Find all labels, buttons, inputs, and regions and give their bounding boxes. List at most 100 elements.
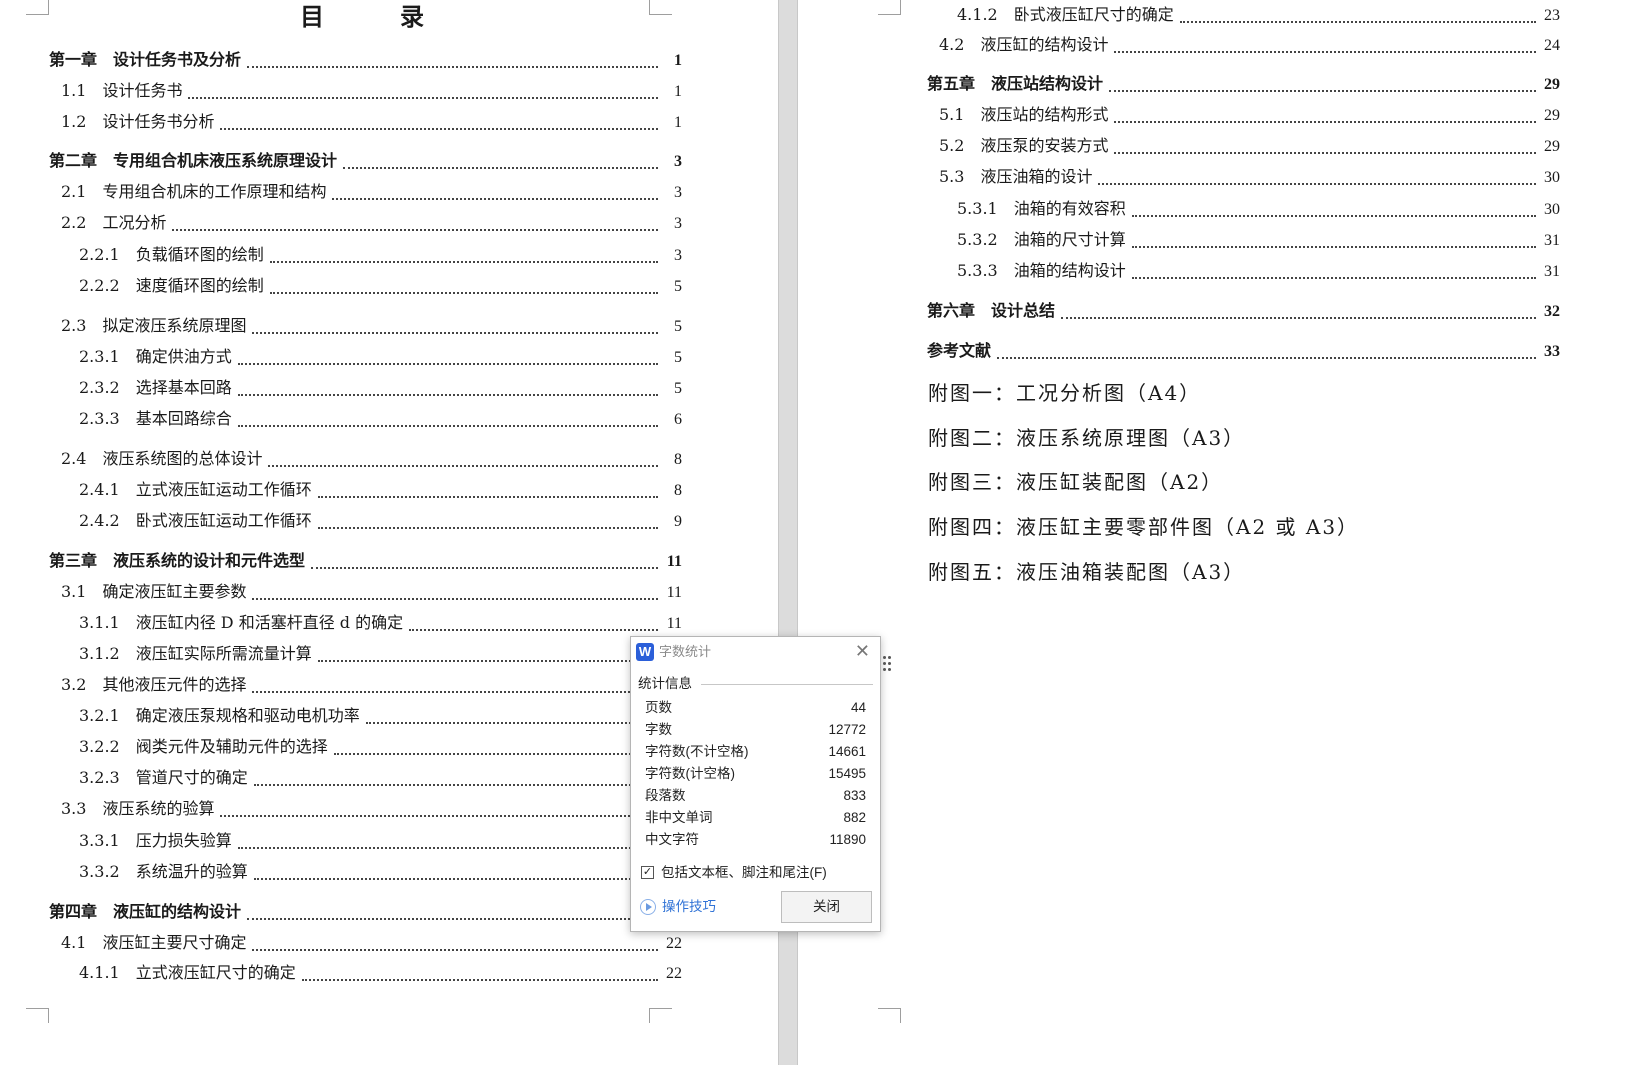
toc-entry-title: 3.1.1 液压缸内径 D 和活塞杆直径 d 的确定 bbox=[79, 613, 404, 632]
toc-dot-leader bbox=[247, 918, 658, 920]
toc-entry-level-3[interactable]: 4.1.2 卧式液压缸尺寸的确定 23 bbox=[957, 0, 1560, 30]
dialog-titlebar[interactable]: W 字数统计 ✕ bbox=[631, 637, 880, 667]
toc-entry-level-2[interactable]: 2.3 拟定液压系统原理图 5 bbox=[61, 311, 682, 341]
toc-entry-title: 第三章 液压系统的设计和元件选型 bbox=[49, 551, 306, 570]
toc-dot-leader bbox=[268, 465, 658, 467]
toc-page-number: 3 bbox=[674, 184, 682, 201]
stat-label: 字符数(不计空格) bbox=[645, 744, 749, 759]
toc-entry-level-1[interactable]: 第六章 设计总结 32 bbox=[927, 296, 1560, 326]
toc-entry-level-3[interactable]: 2.2.1 负载循环图的绘制 3 bbox=[79, 240, 682, 270]
drag-handle-icon[interactable] bbox=[883, 654, 891, 674]
stat-label: 字符数(计空格) bbox=[645, 766, 735, 781]
toc-dot-leader bbox=[317, 660, 658, 662]
toc-entry-level-2[interactable]: 4.2 液压缸的结构设计 24 bbox=[939, 30, 1560, 60]
toc-dot-leader bbox=[252, 949, 658, 951]
toc-entry-level-2[interactable]: 5.3 液压油箱的设计 30 bbox=[939, 162, 1560, 192]
toc-dot-leader bbox=[237, 425, 658, 427]
toc-entry-title: 3.3.2 系统温升的验算 bbox=[79, 862, 248, 881]
toc-dot-leader bbox=[343, 167, 658, 169]
toc-entry-title: 5.3.1 油箱的有效容积 bbox=[957, 199, 1126, 218]
toc-entry-level-2[interactable]: 1.1 设计任务书 1 bbox=[61, 76, 682, 106]
toc-page-number: 8 bbox=[674, 482, 682, 499]
toc-dot-leader bbox=[269, 292, 658, 294]
toc-dot-leader bbox=[252, 691, 658, 693]
toc-entry-level-2[interactable]: 3.1 确定液压缸主要参数 11 bbox=[61, 577, 682, 607]
checkbox-label: 包括文本框、脚注和尾注(F) bbox=[661, 865, 827, 880]
stat-label: 中文字符 bbox=[645, 832, 699, 847]
toc-entry-title: 4.2 液压缸的结构设计 bbox=[939, 35, 1109, 54]
toc-page-number: 5 bbox=[674, 318, 682, 335]
toc-entry-level-3[interactable]: 3.1.2 液压缸实际所需流量计算 bbox=[79, 639, 682, 669]
toc-entry-level-3[interactable]: 3.2.1 确定液压泵规格和驱动电机功率 bbox=[79, 701, 682, 731]
toc-entry-level-1[interactable]: 参考文献 33 bbox=[927, 336, 1560, 366]
stat-value: 11890 bbox=[829, 832, 866, 847]
page-corner-mark bbox=[26, 1008, 49, 1023]
toc-entry-level-3[interactable]: 3.3.1 压力损失验算 bbox=[79, 826, 682, 856]
stat-value: 15495 bbox=[828, 766, 866, 781]
toc-page-number: 29 bbox=[1544, 76, 1560, 93]
tips-link[interactable]: 操作技巧 bbox=[640, 897, 716, 917]
toc-page-number: 29 bbox=[1544, 107, 1560, 124]
toc-entry-level-2[interactable]: 5.1 液压站的结构形式 29 bbox=[939, 100, 1560, 130]
toc-page-number: 1 bbox=[674, 114, 682, 131]
toc-entry-level-1[interactable]: 第二章 专用组合机床液压系统原理设计 3 bbox=[49, 146, 682, 176]
toc-dot-leader bbox=[1109, 90, 1536, 92]
toc-entry-title: 2.1 专用组合机床的工作原理和结构 bbox=[61, 182, 327, 201]
toc-entry-level-2[interactable]: 4.1 液压缸主要尺寸确定 22 bbox=[61, 928, 682, 958]
toc-entry-level-3[interactable]: 3.3.2 系统温升的验算 bbox=[79, 857, 682, 887]
toc-dot-leader bbox=[365, 722, 658, 724]
close-button[interactable]: 关闭 bbox=[781, 891, 872, 923]
toc-entry-title: 5.1 液压站的结构形式 bbox=[939, 105, 1109, 124]
toc-entry-level-3[interactable]: 2.4.2 卧式液压缸运动工作循环 9 bbox=[79, 506, 682, 536]
toc-page-number: 1 bbox=[674, 52, 682, 69]
toc-dot-leader bbox=[1131, 246, 1536, 248]
toc-dot-leader bbox=[1131, 215, 1536, 217]
toc-entry-level-3[interactable]: 2.4.1 立式液压缸运动工作循环 8 bbox=[79, 475, 682, 505]
toc-entry-level-1[interactable]: 第一章 设计任务书及分析 1 bbox=[49, 45, 682, 75]
toc-page-number: 3 bbox=[674, 153, 682, 170]
toc-entry-level-1[interactable]: 第四章 液压缸的结构设计 bbox=[49, 897, 682, 927]
toc-entry-level-3[interactable]: 2.3.1 确定供油方式 5 bbox=[79, 342, 682, 372]
toc-entry-title: 1.1 设计任务书 bbox=[61, 81, 183, 100]
toc-entry-level-3[interactable]: 2.3.2 选择基本回路 5 bbox=[79, 373, 682, 403]
toc-entry-level-3[interactable]: 3.1.1 液压缸内径 D 和活塞杆直径 d 的确定 11 bbox=[79, 608, 682, 638]
check-icon[interactable]: ✓ bbox=[641, 866, 654, 879]
toc-entry-level-2[interactable]: 1.2 设计任务书分析 1 bbox=[61, 107, 682, 137]
toc-entry-level-1[interactable]: 第五章 液压站结构设计 29 bbox=[927, 69, 1560, 99]
toc-entry-level-2[interactable]: 3.2 其他液压元件的选择 bbox=[61, 670, 682, 700]
appendix-figure-entry: 附图一：工况分析图（A4） bbox=[928, 381, 1202, 405]
toc-page-number: 30 bbox=[1544, 169, 1560, 186]
toc-entry-level-2[interactable]: 2.1 专用组合机床的工作原理和结构 3 bbox=[61, 177, 682, 207]
toc-entry-level-3[interactable]: 3.2.2 阀类元件及辅助元件的选择 bbox=[79, 732, 682, 762]
close-icon[interactable]: ✕ bbox=[855, 641, 870, 661]
toc-dot-leader bbox=[1179, 21, 1536, 23]
toc-entry-title: 4.1.2 卧式液压缸尺寸的确定 bbox=[957, 5, 1174, 24]
toc-entry-level-2[interactable]: 2.2 工况分析 3 bbox=[61, 208, 682, 238]
toc-entry-level-2[interactable]: 5.2 液压泵的安装方式 29 bbox=[939, 131, 1560, 161]
toc-entry-level-1[interactable]: 第三章 液压系统的设计和元件选型 11 bbox=[49, 546, 682, 576]
toc-entry-level-2[interactable]: 3.3 液压系统的验算 bbox=[61, 794, 682, 824]
toc-dot-leader bbox=[997, 357, 1536, 359]
toc-entry-title: 3.2.3 管道尺寸的确定 bbox=[79, 768, 248, 787]
toc-page-number: 24 bbox=[1544, 37, 1560, 54]
toc-entry-level-3[interactable]: 5.3.2 油箱的尺寸计算 31 bbox=[957, 225, 1560, 255]
toc-dot-leader bbox=[1114, 152, 1536, 154]
toc-entry-level-3[interactable]: 2.3.3 基本回路综合 6 bbox=[79, 404, 682, 434]
toc-entry-level-3[interactable]: 2.2.2 速度循环图的绘制 5 bbox=[79, 271, 682, 301]
page-corner-mark bbox=[878, 0, 901, 15]
toc-entry-level-3[interactable]: 5.3.1 油箱的有效容积 30 bbox=[957, 194, 1560, 224]
toc-page-number: 9 bbox=[674, 513, 682, 530]
toc-dot-leader bbox=[172, 229, 658, 231]
toc-page-number: 8 bbox=[674, 451, 682, 468]
toc-entry-title: 2.2.1 负载循环图的绘制 bbox=[79, 245, 264, 264]
toc-entry-level-3[interactable]: 5.3.3 油箱的结构设计 31 bbox=[957, 256, 1560, 286]
toc-entry-level-2[interactable]: 2.4 液压系统图的总体设计 8 bbox=[61, 444, 682, 474]
toc-dot-leader bbox=[252, 598, 658, 600]
toc-dot-leader bbox=[317, 496, 658, 498]
toc-page-number: 11 bbox=[666, 584, 682, 601]
stat-value: 833 bbox=[843, 788, 866, 803]
toc-page-number: 1 bbox=[674, 83, 682, 100]
toc-entry-level-3[interactable]: 3.2.3 管道尺寸的确定 bbox=[79, 763, 682, 793]
toc-page-number: 6 bbox=[674, 411, 682, 428]
toc-entry-level-3[interactable]: 4.1.1 立式液压缸尺寸的确定 22 bbox=[79, 958, 682, 988]
